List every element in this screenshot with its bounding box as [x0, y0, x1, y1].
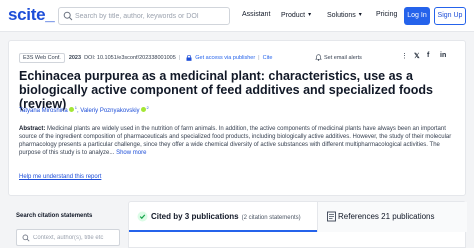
cite-link[interactable]: Cite [263, 55, 273, 61]
author-affiliation: 2 [146, 105, 149, 110]
facebook-icon[interactable]: f [427, 52, 429, 59]
tab-references-label: References 21 publications [338, 212, 435, 221]
tab-cited-by[interactable]: Cited by 3 publications (2 citation state… [129, 202, 317, 232]
abstract-label: Abstract: [19, 126, 46, 132]
orcid-icon[interactable] [140, 107, 146, 112]
linkedin-icon[interactable]: in [440, 52, 446, 59]
nav-solutions-label: Solutions [327, 12, 356, 19]
citation-search-box[interactable] [16, 229, 120, 246]
tab-cited-by-text: Cited by 3 publications [151, 212, 239, 221]
nav-product-label: Product [281, 12, 306, 19]
article-card: E3S Web Conf. 2023 DOI: 10.1051/e3sconf/… [8, 40, 466, 196]
citation-search-panel: Search citation statements [8, 202, 124, 248]
show-more-link[interactable]: Show more [116, 150, 146, 156]
tab-cited-by-label: Cited by 3 publications (2 citation state… [151, 212, 301, 221]
tab-cited-by-sub: (2 citation statements) [241, 215, 301, 221]
nav-pricing[interactable]: Pricing [376, 11, 397, 18]
email-alert-label: Set email alerts [324, 54, 362, 61]
author-link[interactable]: Tatyana Miroshina [19, 108, 68, 114]
scite-logo[interactable]: scite_ [8, 5, 55, 25]
nav-product[interactable]: Product ▾ [281, 11, 311, 19]
login-button[interactable]: Log In [404, 7, 430, 25]
orcid-icon[interactable] [68, 107, 74, 112]
lock-icon [186, 55, 192, 61]
nav-assistant[interactable]: Assistant [242, 11, 270, 18]
references-icon [327, 211, 336, 222]
tab-references[interactable]: References 21 publications [317, 202, 467, 232]
search-icon [22, 234, 30, 242]
chevron-down-icon: ▾ [358, 12, 362, 18]
share-icon[interactable]: ⋮ [401, 52, 408, 60]
citation-search-input[interactable] [33, 233, 117, 243]
publication-year: 2023 [68, 55, 82, 61]
chevron-down-icon: ▾ [308, 12, 312, 18]
abstract: Abstract: Medicinal plants are widely us… [19, 125, 459, 157]
twitter-icon[interactable]: 𝕏 [414, 52, 420, 60]
doi-text[interactable]: DOI: 10.1051/e3sconf/202338001005 [84, 55, 176, 61]
author-affiliation: 1 [74, 105, 77, 110]
venue-badge[interactable]: E3S Web Conf. [19, 53, 65, 63]
signup-button[interactable]: Sign Up [434, 7, 466, 25]
article-meta: E3S Web Conf. 2023 DOI: 10.1051/e3sconf/… [19, 53, 272, 63]
citation-search-title: Search citation statements [16, 213, 93, 219]
search-input[interactable] [75, 9, 225, 23]
email-alert[interactable]: Set email alerts [315, 54, 362, 61]
abstract-text: Medicinal plants are widely used in the … [19, 126, 452, 156]
search-box[interactable] [58, 7, 230, 25]
separator: | [258, 55, 260, 61]
nav-solutions[interactable]: Solutions ▾ [327, 11, 362, 19]
search-icon [63, 11, 73, 21]
bell-icon [315, 54, 322, 61]
separator: | [178, 55, 181, 61]
author-list: Tatyana Miroshina1, Valeriy Poznyakovski… [19, 105, 149, 114]
citation-tabs: Cited by 3 publications (2 citation state… [128, 201, 467, 248]
cited-by-icon [137, 211, 148, 222]
access-link[interactable]: Get access via publisher [195, 55, 255, 61]
top-navbar: scite_ Assistant Product▾ Solutions▾ Pri… [0, 0, 474, 32]
help-link[interactable]: Help me understand this report [19, 174, 101, 180]
author-link[interactable]: Valeriy Poznyakovskiy [80, 108, 139, 114]
